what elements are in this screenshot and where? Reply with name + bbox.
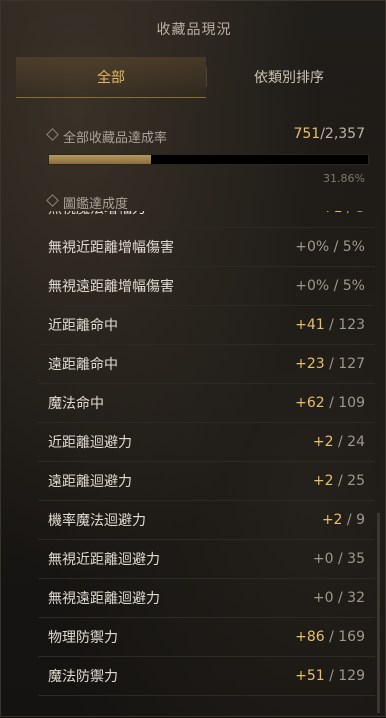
stat-row: 無視遠距離增幅傷害 +0% / 5% bbox=[38, 267, 375, 306]
progress-fill bbox=[49, 155, 151, 164]
stat-name: 魔法命中 bbox=[48, 396, 104, 412]
stat-max: +0 / 32 bbox=[312, 590, 365, 606]
summary-count: 751/2,357 bbox=[293, 126, 365, 142]
stat-value: +86 / 169 bbox=[295, 629, 365, 645]
tab-bar: 全部 依類別排序 bbox=[16, 57, 372, 98]
stat-value: +0 / 35 bbox=[313, 551, 365, 567]
stat-value: +1 / 3 bbox=[322, 211, 365, 216]
stat-row: 無視魔法增幅力 +1 / 3 bbox=[38, 211, 375, 228]
stat-value: +51 / 129 bbox=[295, 668, 365, 684]
stat-row: 無視近距離增幅傷害 +0% / 5% bbox=[38, 228, 375, 267]
category-label: 圖鑑達成度 bbox=[63, 197, 129, 212]
stat-value: +62 / 109 bbox=[295, 395, 365, 411]
stat-row: 無視遠距離迴避力 +0 / 32 bbox=[38, 579, 375, 618]
tab-all[interactable]: 全部 bbox=[16, 57, 206, 98]
stat-max: / 24 bbox=[333, 434, 365, 450]
stat-name: 近距離迴避力 bbox=[48, 435, 132, 451]
summary-label: 全部收藏品達成率 bbox=[63, 131, 168, 146]
stat-max: / 123 bbox=[324, 317, 365, 333]
stat-row: 魔法命中 +62 / 109 bbox=[38, 384, 375, 423]
stat-bonus: +2 bbox=[312, 434, 334, 450]
stat-name: 物理防禦力 bbox=[48, 630, 118, 646]
completion-percent: 31.86% bbox=[323, 172, 365, 185]
completion-progress-bar bbox=[48, 154, 369, 165]
stat-name: 無視近距離迴避力 bbox=[48, 552, 160, 568]
stat-row: 近距離迴避力 +2 / 24 bbox=[38, 423, 375, 462]
stat-max: / 169 bbox=[324, 629, 365, 645]
stat-name: 無視近距離增幅傷害 bbox=[48, 240, 174, 256]
tab-sort-by-category[interactable]: 依類別排序 bbox=[206, 57, 372, 97]
stat-max: / 129 bbox=[324, 668, 365, 684]
stat-value: +2 / 9 bbox=[322, 512, 365, 528]
stat-value: +0 / 32 bbox=[313, 590, 365, 606]
stat-max: / 109 bbox=[324, 395, 365, 411]
stat-max: +0% / 5% bbox=[295, 239, 365, 255]
stat-max: +0 / 35 bbox=[312, 551, 365, 567]
stat-name: 機率魔法迴避力 bbox=[48, 513, 146, 529]
stat-row: 無視近距離迴避力 +0 / 35 bbox=[38, 540, 375, 579]
stat-value: +2 / 24 bbox=[313, 434, 365, 450]
stat-max: / 9 bbox=[342, 512, 365, 528]
stat-max: / 3 bbox=[342, 211, 365, 216]
stat-bonus: +51 bbox=[295, 668, 325, 684]
stat-max: +0% / 5% bbox=[295, 278, 365, 294]
stat-row: 遠距離迴避力 +2 / 25 bbox=[38, 462, 375, 501]
panel-title: 收藏品現況 bbox=[156, 22, 232, 38]
stat-name: 無視遠距離增幅傷害 bbox=[48, 279, 174, 295]
stat-value: +0% / 5% bbox=[295, 278, 365, 294]
stat-bonus: +1 bbox=[322, 211, 343, 216]
scrollbar[interactable] bbox=[377, 213, 380, 713]
stat-name: 遠距離迴避力 bbox=[48, 474, 132, 490]
stat-bonus: +2 bbox=[321, 512, 343, 528]
stat-max: / 25 bbox=[333, 473, 365, 489]
stat-list[interactable]: 無視魔法增幅力 +1 / 3 無視近距離增幅傷害 +0% / 5% 無視遠距離增幅傷害 +… bbox=[38, 211, 375, 718]
stat-row: 近距離命中 +41 / 123 bbox=[38, 306, 375, 345]
stat-bonus: +86 bbox=[295, 629, 325, 645]
stat-name: 無視遠距離迴避力 bbox=[48, 591, 160, 607]
stat-name: 遠距離命中 bbox=[48, 357, 118, 373]
stat-bonus: +62 bbox=[295, 395, 325, 411]
stat-max: / 127 bbox=[324, 356, 365, 372]
stat-row: 魔法防禦力 +51 / 129 bbox=[38, 657, 375, 696]
stat-bonus: +2 bbox=[312, 473, 334, 489]
stat-row: 物理防禦力 +86 / 169 bbox=[38, 618, 375, 657]
collection-status-panel: 收藏品現況 全部 依類別排序 全部收藏品達成率 751/2,357 31.86%… bbox=[0, 0, 386, 717]
stat-value: +41 / 123 bbox=[295, 317, 365, 333]
stat-name: 近距離命中 bbox=[48, 318, 118, 334]
stat-value: +0% / 5% bbox=[295, 239, 365, 255]
stat-value: +23 / 127 bbox=[295, 356, 365, 372]
stat-row: 遠距離命中 +23 / 127 bbox=[38, 345, 375, 384]
stat-bonus: +23 bbox=[295, 356, 325, 372]
scrollbar-thumb[interactable] bbox=[377, 513, 380, 713]
stat-row: 機率魔法迴避力 +2 / 9 bbox=[38, 501, 375, 540]
stat-value: +2 / 25 bbox=[313, 473, 365, 489]
stat-name: 無視魔法增幅力 bbox=[48, 211, 146, 218]
stat-name: 魔法防禦力 bbox=[48, 669, 118, 685]
stat-bonus: +41 bbox=[295, 317, 325, 333]
